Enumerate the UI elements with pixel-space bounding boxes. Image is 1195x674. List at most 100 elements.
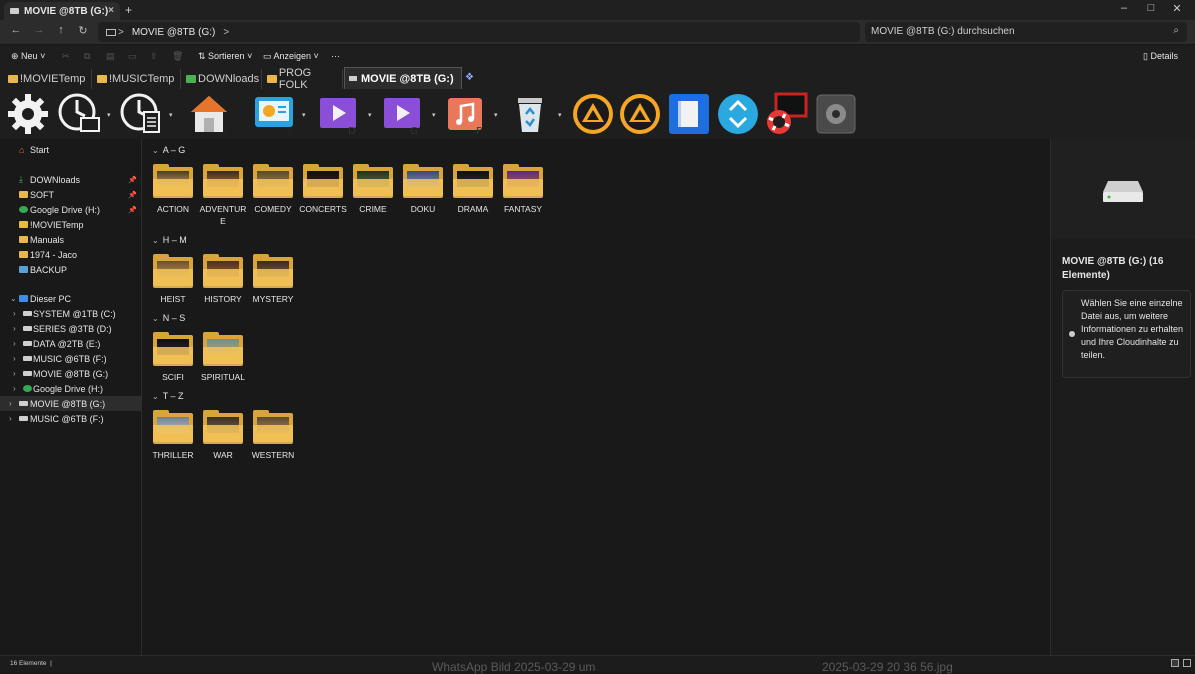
new-button[interactable]: ⊕ Neu ˅: [11, 51, 45, 62]
folder-item-spiritual[interactable]: SPIRITUAL: [198, 332, 248, 383]
sidebar-item-drive-e[interactable]: › DATA @2TB (E:): [0, 336, 141, 351]
home-icon[interactable]: C: [187, 92, 231, 136]
group-header[interactable]: ⌄ N – S: [152, 313, 185, 323]
recycle-blue-icon[interactable]: [716, 92, 760, 136]
aimp-1-icon[interactable]: [571, 92, 615, 136]
folder-item-doku[interactable]: DOKU: [398, 164, 448, 215]
folder-item-heist[interactable]: HEIST: [148, 254, 198, 305]
add-folder-tab-button[interactable]: ❖: [465, 72, 474, 83]
back-button[interactable]: ←: [9, 24, 23, 36]
sidebar-item-music[interactable]: › MUSIC @6TB (F:): [0, 411, 141, 426]
breadcrumb-location[interactable]: MOVIE @8TB (G:): [132, 27, 216, 38]
settings-gear-icon[interactable]: [6, 92, 50, 136]
folder-item-concerts[interactable]: CONCERTS: [298, 164, 348, 215]
delete-icon[interactable]: 🗑: [172, 51, 183, 62]
folder-tab[interactable]: !MUSICTemp: [93, 69, 181, 89]
sidebar-item-movie-selected[interactable]: › MOVIE @8TB (G:): [0, 396, 141, 411]
sort-button[interactable]: ⇅ Sortieren ˅: [198, 51, 252, 62]
pin-icon[interactable]: 📌: [128, 176, 137, 184]
folder-item-mystery[interactable]: MYSTERY: [248, 254, 298, 305]
pin-icon[interactable]: 📌: [128, 191, 137, 199]
close-tab-icon[interactable]: ×: [108, 5, 114, 16]
dropdown-arrow-icon[interactable]: ▾: [169, 111, 173, 119]
sidebar-item-manuals[interactable]: Manuals: [0, 232, 141, 247]
folder-item-adventure[interactable]: ADVENTURE: [198, 164, 248, 227]
video-d-icon[interactable]: D: [316, 92, 360, 136]
dropdown-arrow-icon[interactable]: ▾: [494, 111, 498, 119]
sidebar-item-movietemp[interactable]: !MOVIETemp: [0, 217, 141, 232]
sidebar-item-drive-d[interactable]: › SERIES @3TB (D:): [0, 321, 141, 336]
folder-item-history[interactable]: HISTORY: [198, 254, 248, 305]
chevron-right-icon[interactable]: ›: [9, 414, 12, 423]
share-icon[interactable]: ⇪: [150, 51, 158, 62]
aimp-2-icon[interactable]: [618, 92, 662, 136]
dropdown-arrow-icon[interactable]: ▾: [107, 111, 111, 119]
sidebar-item-soft[interactable]: SOFT 📌: [0, 187, 141, 202]
dropdown-arrow-icon[interactable]: ▾: [302, 111, 306, 119]
chevron-right-icon[interactable]: ›: [13, 384, 16, 393]
paste-icon[interactable]: ▤: [106, 51, 115, 62]
dropdown-arrow-icon[interactable]: ▾: [558, 111, 562, 119]
group-header[interactable]: ⌄ T – Z: [152, 391, 184, 401]
folder-item-comedy[interactable]: COMEDY: [248, 164, 298, 215]
breadcrumb-separator[interactable]: >: [118, 27, 124, 38]
window-tab[interactable]: MOVIE @8TB (G:) ×: [4, 2, 120, 20]
folder-tab[interactable]: PROG FOLK: [263, 67, 343, 91]
sidebar-item-backup[interactable]: BACKUP: [0, 262, 141, 277]
address-bar[interactable]: > MOVIE @8TB (G:) >: [98, 22, 860, 42]
details-view-toggle[interactable]: [1171, 659, 1179, 667]
folder-item-crime[interactable]: CRIME: [348, 164, 398, 215]
dropdown-arrow-icon[interactable]: ▾: [432, 111, 436, 119]
sidebar-item-start[interactable]: ⌂ Start: [0, 142, 141, 157]
chevron-right-icon[interactable]: ›: [9, 399, 12, 408]
group-header[interactable]: ⌄ H – M: [152, 235, 187, 245]
folder-item-drama[interactable]: DRAMA: [448, 164, 498, 215]
up-button[interactable]: ↑: [54, 24, 68, 36]
sidebar-item-drive-g[interactable]: › MOVIE @8TB (G:): [0, 366, 141, 381]
presentation-icon[interactable]: E: [252, 92, 296, 136]
cut-icon[interactable]: ✂: [62, 51, 70, 62]
maximize-button[interactable]: □: [1144, 2, 1158, 14]
folder-item-war[interactable]: WAR: [198, 410, 248, 461]
sidebar-item-downloads[interactable]: ⤓ DOWNloads 📌: [0, 172, 141, 187]
close-window-button[interactable]: ✕: [1170, 2, 1184, 15]
rename-icon[interactable]: ▭: [128, 51, 137, 62]
disk-device-icon[interactable]: [814, 92, 858, 136]
music-f-icon[interactable]: F: [444, 92, 488, 136]
folder-item-scifi[interactable]: SCIFI: [148, 332, 198, 383]
sidebar-item-jaco[interactable]: 1974 - Jaco: [0, 247, 141, 262]
book-icon[interactable]: [667, 92, 711, 136]
chevron-right-icon[interactable]: ›: [13, 309, 16, 318]
folder-tab[interactable]: !MOVIETemp: [4, 69, 92, 89]
details-button[interactable]: ▯ Details: [1143, 51, 1178, 62]
clock-document-icon[interactable]: [119, 92, 163, 136]
chevron-down-icon[interactable]: ⌄: [10, 294, 17, 303]
more-button[interactable]: ···: [331, 51, 340, 61]
chevron-right-icon[interactable]: ›: [13, 339, 16, 348]
breadcrumb-separator[interactable]: >: [223, 27, 229, 38]
dropdown-arrow-icon[interactable]: ▾: [368, 111, 372, 119]
pin-icon[interactable]: 📌: [128, 206, 137, 214]
chevron-right-icon[interactable]: ›: [13, 369, 16, 378]
forward-button[interactable]: →: [32, 24, 46, 36]
sidebar-item-this-pc[interactable]: ⌄ Dieser PC: [0, 291, 141, 306]
folder-item-thriller[interactable]: THRILLER: [148, 410, 198, 461]
sidebar-item-google-drive[interactable]: Google Drive (H:) 📌: [0, 202, 141, 217]
minimize-button[interactable]: –: [1117, 2, 1131, 14]
sidebar-item-drive-f[interactable]: › MUSIC @6TB (F:): [0, 351, 141, 366]
new-tab-button[interactable]: +: [125, 3, 132, 17]
recycle-bin-icon[interactable]: [508, 92, 552, 136]
folder-item-western[interactable]: WESTERN: [248, 410, 298, 461]
chevron-right-icon[interactable]: ›: [13, 354, 16, 363]
folder-tab-active[interactable]: MOVIE @8TB (G:): [344, 67, 462, 89]
search-input[interactable]: MOVIE @8TB (G:) durchsuchen ⌕: [865, 22, 1187, 42]
copy-icon[interactable]: ⧉: [84, 51, 90, 62]
view-button[interactable]: ▭ Anzeigen ˅: [263, 51, 319, 62]
tiles-view-toggle[interactable]: [1183, 659, 1191, 667]
group-header[interactable]: ⌄ A – G: [152, 145, 185, 155]
lifebuoy-monitor-icon[interactable]: [764, 92, 808, 136]
chevron-right-icon[interactable]: ›: [13, 324, 16, 333]
sidebar-item-drive-c[interactable]: › SYSTEM @1TB (C:): [0, 306, 141, 321]
folder-item-fantasy[interactable]: FANTASY: [498, 164, 548, 215]
clock-folder-icon[interactable]: [57, 92, 101, 136]
